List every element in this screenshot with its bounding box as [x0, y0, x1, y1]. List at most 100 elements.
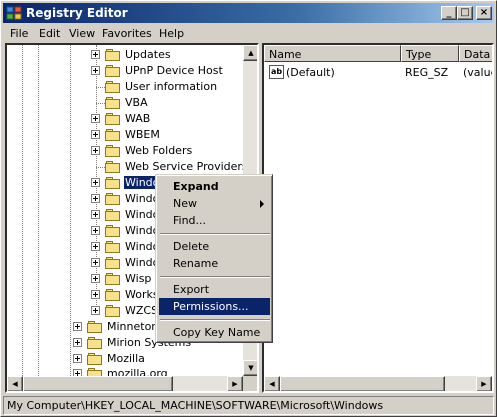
tree-guide-line [96, 103, 105, 104]
value-name: (Default) [286, 66, 335, 79]
folder-icon [105, 128, 121, 141]
menu-separator [160, 233, 270, 235]
folder-icon [105, 64, 121, 77]
scrollbar-corner [243, 376, 257, 391]
expand-plus-icon[interactable] [73, 338, 82, 347]
expand-plus-icon[interactable] [91, 130, 100, 139]
menu-separator [160, 319, 270, 321]
scroll-left-arrow-icon[interactable]: ◀ [7, 376, 23, 391]
close-button[interactable]: × [476, 6, 492, 20]
value-row-default[interactable]: ab (Default) REG_SZ (value [264, 64, 494, 80]
menu-favorites[interactable]: Favorites [102, 27, 152, 40]
folder-icon [87, 336, 103, 349]
tree-horizontal-scrollbar[interactable]: ◀ ▶ [7, 376, 243, 391]
expand-plus-icon[interactable] [91, 50, 100, 59]
expand-plus-icon[interactable] [73, 354, 82, 363]
folder-icon [105, 288, 121, 301]
column-header-data[interactable]: Data [459, 45, 492, 62]
column-header-type[interactable]: Type [401, 45, 459, 62]
expand-plus-icon[interactable] [91, 194, 100, 203]
context-menu-new[interactable]: New [159, 195, 270, 212]
expand-plus-icon[interactable] [91, 306, 100, 315]
string-value-ab-icon: ab [269, 65, 284, 79]
registry-editor-icon [6, 6, 22, 20]
folder-icon [105, 48, 121, 61]
scroll-down-arrow-icon[interactable]: ▼ [243, 360, 257, 376]
scroll-right-arrow-icon[interactable]: ▶ [476, 376, 492, 391]
folder-icon [105, 80, 121, 93]
folder-icon [87, 352, 103, 365]
menu-help[interactable]: Help [159, 27, 184, 40]
expand-plus-icon[interactable] [91, 226, 100, 235]
column-header-name[interactable]: Name [264, 45, 401, 62]
folder-icon [105, 160, 121, 173]
tree-guide-line [70, 45, 71, 376]
expand-plus-icon[interactable] [91, 258, 100, 267]
context-menu-permissions[interactable]: Permissions... [159, 298, 270, 315]
tree-node-label: User information [125, 80, 218, 93]
expand-plus-icon[interactable] [91, 114, 100, 123]
folder-open-icon [105, 176, 121, 189]
tree-guide-line [38, 45, 39, 376]
tree-node-label: Wisp [125, 272, 152, 285]
tree-node-label: WAB [125, 112, 151, 125]
context-menu-copy-key-name[interactable]: Copy Key Name [159, 324, 270, 341]
context-menu-export[interactable]: Export [159, 281, 270, 298]
folder-icon [105, 272, 121, 285]
context-menu-delete[interactable]: Delete [159, 238, 270, 255]
scroll-right-arrow-icon[interactable]: ▶ [227, 376, 243, 391]
menu-edit[interactable]: Edit [39, 27, 60, 40]
list-horizontal-scrollbar[interactable]: ◀ ▶ [264, 376, 492, 391]
expand-plus-icon[interactable] [73, 322, 82, 331]
tree-node-label: UPnP Device Host [125, 64, 223, 77]
values-list-pane[interactable]: Name Type Data ab (Default) REG_SZ (valu… [262, 43, 494, 393]
scroll-thumb[interactable] [23, 376, 173, 391]
title-bar[interactable]: Registry Editor _ □ × [3, 3, 494, 23]
maximize-button[interactable]: □ [457, 6, 473, 20]
folder-icon [105, 224, 121, 237]
expand-plus-icon[interactable] [91, 146, 100, 155]
folder-icon [105, 304, 121, 317]
tree-node-label: WZCS [125, 304, 159, 317]
folder-icon [105, 256, 121, 269]
submenu-arrow-icon [260, 200, 264, 208]
tree-node-label: Web Service Providers [125, 160, 248, 173]
tree-node-label: Mozilla [107, 352, 145, 365]
status-bar: My Computer\HKEY_LOCAL_MACHINE\SOFTWARE\… [3, 396, 494, 415]
folder-icon [105, 208, 121, 221]
status-path: My Computer\HKEY_LOCAL_MACHINE\SOFTWARE\… [7, 399, 384, 412]
minimize-button[interactable]: _ [441, 6, 457, 20]
folder-icon [105, 192, 121, 205]
context-menu-find[interactable]: Find... [159, 212, 270, 229]
expand-plus-icon[interactable] [91, 274, 100, 283]
folder-icon [105, 144, 121, 157]
expand-plus-icon[interactable] [91, 210, 100, 219]
menu-view[interactable]: View [69, 27, 95, 40]
menu-bar: File Edit View Favorites Help [3, 24, 494, 43]
menu-separator [160, 276, 270, 278]
tree-node-label: VBA [125, 96, 148, 109]
value-data: (value [463, 66, 494, 79]
tree-guide-line [96, 87, 105, 88]
expand-plus-icon[interactable] [91, 290, 100, 299]
folder-icon [105, 96, 121, 109]
context-menu-expand[interactable]: Expand [159, 178, 270, 195]
tree-node-label: WBEM [125, 128, 160, 141]
tree-guide-line [96, 167, 105, 168]
folder-icon [105, 240, 121, 253]
scroll-left-arrow-icon[interactable]: ◀ [264, 376, 280, 391]
expand-plus-icon[interactable] [91, 242, 100, 251]
scroll-thumb[interactable] [280, 376, 445, 391]
context-menu-rename[interactable]: Rename [159, 255, 270, 272]
menu-file[interactable]: File [10, 27, 28, 40]
registry-editor-window: Registry Editor _ □ × File Edit View Fav… [0, 0, 497, 417]
tree-guide-line [22, 45, 23, 376]
window-title: Registry Editor [26, 6, 128, 20]
folder-icon [105, 112, 121, 125]
expand-plus-icon[interactable] [91, 66, 100, 75]
tree-node-label: Web Folders [125, 144, 193, 157]
scroll-up-arrow-icon[interactable]: ▲ [243, 45, 257, 61]
context-menu-new-label: New [173, 197, 197, 210]
expand-plus-icon[interactable] [91, 178, 100, 187]
value-type: REG_SZ [405, 66, 449, 79]
